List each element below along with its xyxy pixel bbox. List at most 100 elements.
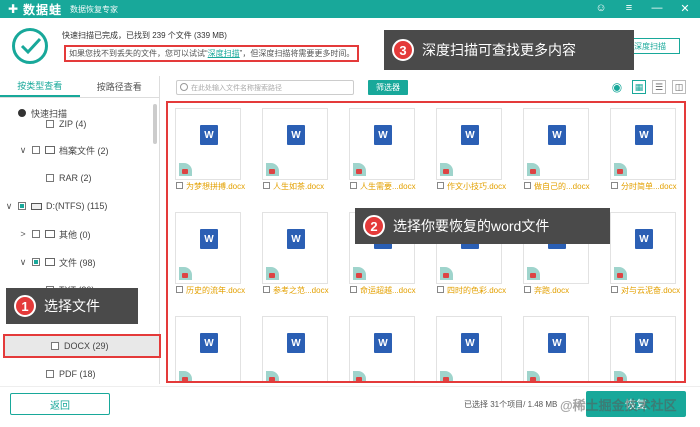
file-thumbnail[interactable]: W [262,108,328,180]
checkbox[interactable] [18,202,26,210]
feedback-icon[interactable]: ☺ [594,1,608,15]
recoverable-status-icon [440,371,453,381]
word-document-icon: W [635,333,658,353]
chevron-down-icon[interactable]: ∨ [18,145,28,156]
callout-text: 选择你要恢复的word文件 [393,218,550,234]
recoverable-status-icon [179,163,192,176]
file-tile[interactable]: W 人生如茶.docx [259,106,329,191]
sidebar-item[interactable]: ∨ 档案文件 (2) [0,140,160,160]
selection-info: 已选择 31个项目/ 1.48 MB [464,400,558,409]
tab-by-type[interactable]: 按类型查看 [0,76,80,97]
deep-scan-link[interactable]: 深度扫描 [208,49,240,58]
bottom-bar: 返回 已选择 31个项目/ 1.48 MB 恢复 @稀土掘金技术社区 [0,386,700,427]
file-tile[interactable]: W [259,314,329,381]
file-tile[interactable]: W [172,314,242,381]
callout-select-word: 2 选择你要恢复的word文件 [355,208,610,244]
detail-view-icon[interactable]: ◫ [672,80,686,94]
file-thumbnail[interactable]: W [175,108,241,180]
checkbox[interactable] [46,120,54,128]
sidebar-item[interactable]: ZIP (4) [0,114,160,134]
file-checkbox[interactable] [350,182,357,189]
file-tile[interactable]: W [520,314,590,381]
preview-eye-icon[interactable]: ◉ [608,80,626,94]
checkbox[interactable] [51,342,59,350]
file-thumbnail[interactable]: W [349,316,415,381]
tab-by-path[interactable]: 按路径查看 [80,76,160,97]
file-thumbnail[interactable]: W [349,108,415,180]
file-thumbnail[interactable]: W [436,316,502,381]
file-checkbox[interactable] [611,182,618,189]
file-tile[interactable]: W [433,314,503,381]
checkbox[interactable] [46,370,54,378]
file-checkbox[interactable] [524,286,531,293]
file-checkbox[interactable] [263,286,270,293]
sidebar-item[interactable]: ∨ 文件 (98) [0,252,160,272]
close-icon[interactable]: ✕ [678,1,692,15]
recoverable-status-icon [614,267,627,280]
file-tile[interactable]: W 历史的流年.docx [172,210,245,295]
word-document-icon: W [635,125,658,145]
file-tile[interactable]: W [607,314,677,381]
file-tile[interactable]: W [346,314,416,381]
grid-view-icon[interactable]: ▦ [632,80,646,94]
file-tile[interactable]: W 作文小技巧.docx [433,106,506,191]
file-checkbox[interactable] [437,286,444,293]
sidebar-item[interactable]: > 其他 (0) [0,224,160,244]
word-document-icon: W [374,333,397,353]
file-checkbox[interactable] [176,182,183,189]
file-checkbox[interactable] [437,182,444,189]
file-checkbox[interactable] [263,182,270,189]
file-tile[interactable]: W 人生需要...docx [346,106,416,191]
checkbox[interactable] [32,146,40,154]
file-thumbnail[interactable]: W [610,316,676,381]
file-checkbox[interactable] [524,182,531,189]
file-tile[interactable]: W 为梦想拼搏.docx [172,106,245,191]
search-input[interactable]: 在此处输入文件名称搜索路径 [176,80,354,95]
recoverable-status-icon [527,371,540,381]
file-tile[interactable]: W 分时简单...docx [607,106,677,191]
file-thumbnail[interactable]: W [175,212,241,284]
word-document-icon: W [461,125,484,145]
file-thumbnail[interactable]: W [175,316,241,381]
scan-summary: 快速扫描已完成，已找到 239 个文件 (339 MB) [62,31,227,40]
callout-deep-scan: 3 深度扫描可查找更多内容 [384,30,634,70]
file-thumbnail[interactable]: W [523,108,589,180]
sidebar-item[interactable]: RAR (2) [0,168,160,188]
sidebar-item-label: ZIP (4) [59,119,87,129]
file-thumbnail[interactable]: W [610,212,676,284]
file-thumbnail[interactable]: W [262,316,328,381]
sidebar-item[interactable]: ∨ D:(NTFS) (115) [0,196,160,216]
recoverable-status-icon [614,371,627,381]
chevron-down-icon[interactable]: ∨ [18,257,28,268]
word-document-icon: W [548,333,571,353]
back-button[interactable]: 返回 [10,393,110,415]
file-checkbox[interactable] [176,286,183,293]
checkbox[interactable] [46,174,54,182]
file-checkbox[interactable] [350,286,357,293]
file-thumbnail[interactable]: W [262,212,328,284]
watermark: @稀土掘金技术社区 [560,398,677,413]
file-tile[interactable]: W 参考之范...docx [259,210,329,295]
chevron-right-icon[interactable]: > [18,229,28,239]
menu-icon[interactable]: ≡ [622,1,636,15]
folder-icon [45,146,55,154]
file-tile[interactable]: W 做自己的...docx [520,106,590,191]
file-thumbnail[interactable]: W [436,108,502,180]
checkbox[interactable] [32,230,40,238]
sidebar-item-label: 档案文件 (2) [59,145,109,156]
file-toolbar: 在此处输入文件名称搜索路径 筛选器 ◉ ▦ ☰ ◫ [166,78,696,100]
sidebar-item[interactable]: DOCX (29) [3,334,161,358]
checkbox[interactable] [32,258,40,266]
filter-button[interactable]: 筛选器 [368,80,408,95]
file-thumbnail[interactable]: W [523,316,589,381]
callout-number: 2 [363,215,385,237]
list-view-icon[interactable]: ☰ [652,80,666,94]
word-document-icon: W [287,125,310,145]
file-thumbnail[interactable]: W [610,108,676,180]
file-checkbox[interactable] [611,286,618,293]
sidebar-item[interactable]: PDF (18) [0,364,160,384]
file-tile[interactable]: W 对与云泥奋.docx [607,210,680,295]
minimize-icon[interactable]: — [650,1,664,15]
chevron-down-icon[interactable]: ∨ [4,201,14,212]
word-document-icon: W [461,333,484,353]
